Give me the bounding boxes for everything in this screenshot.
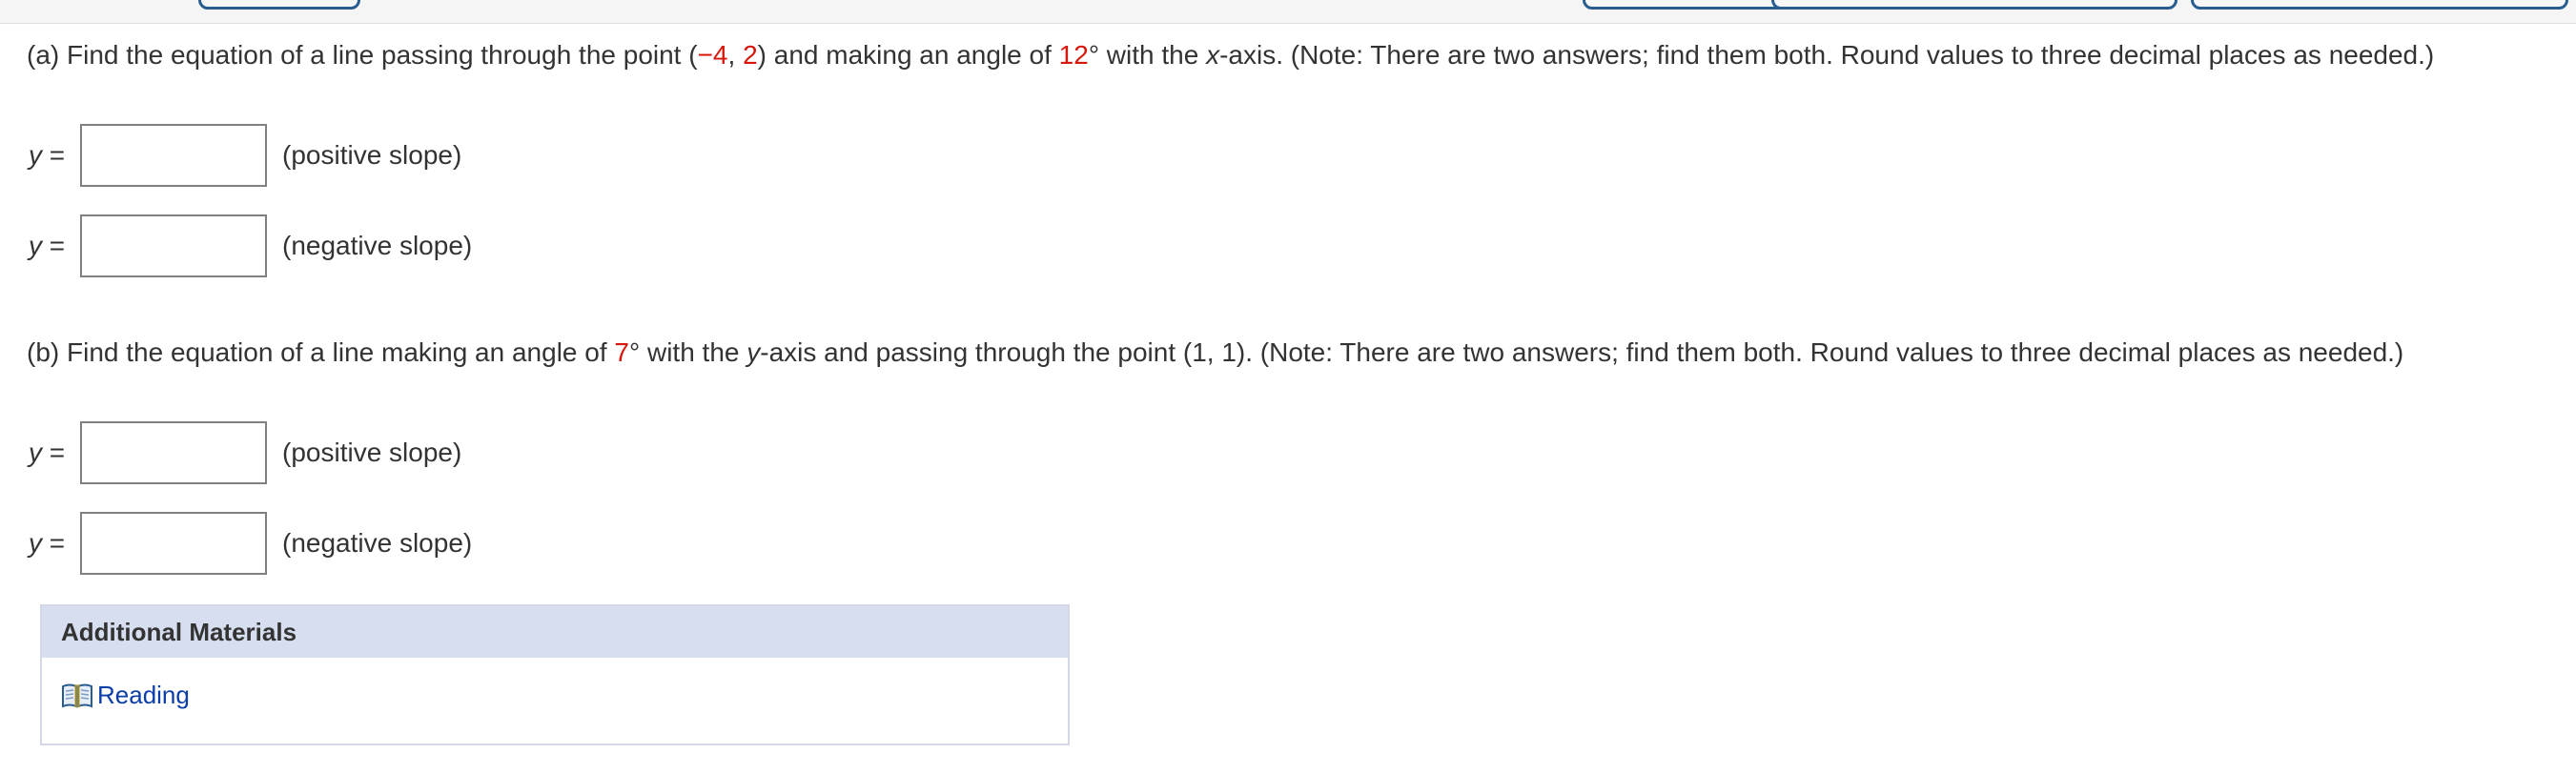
part-b-note: -axis and passing through the point (1, … [760,337,2404,367]
answer-row-a-positive: y = (positive slope) [29,122,461,189]
equals-sign: = [42,438,66,467]
with-the-text: with the [1099,40,1207,70]
point-close: ) [757,40,767,70]
equation-lhs: y = [29,140,80,171]
top-toolbar [0,0,2576,24]
answer-input-a-negative[interactable] [80,214,267,277]
answer-input-b-negative[interactable] [80,512,267,575]
degree-symbol: ° [1088,40,1100,70]
angle-value: 7 [614,337,629,367]
toolbar-button-1[interactable] [198,0,360,10]
answer-row-b-positive: y = (positive slope) [29,419,461,486]
equation-lhs: y = [29,231,80,261]
part-a-mid-text: and making an angle of [766,40,1059,70]
point-y-value: 2 [743,40,758,70]
lhs-variable: y [29,231,42,260]
reading-link-label: Reading [97,681,190,709]
answer-input-a-positive[interactable] [80,124,267,187]
lhs-variable: y [29,438,42,467]
part-a-note: -axis. (Note: There are two answers; fin… [1219,40,2435,70]
answer-row-b-negative: y = (negative slope) [29,510,472,577]
additional-materials-panel: Additional Materials Reading [40,604,1070,745]
slope-note: (negative slope) [282,231,473,260]
answer-input-b-positive[interactable] [80,421,267,484]
toolbar-button-4[interactable] [2191,0,2568,10]
slope-note: (positive slope) [282,438,462,467]
angle-value: 12 [1058,40,1089,70]
lhs-variable: y [29,140,42,170]
question-part-b: (b) Find the equation of a line making a… [27,334,2534,372]
book-icon [62,683,92,708]
lhs-variable: y [29,528,42,558]
additional-materials-header: Additional Materials [42,606,1068,658]
toolbar-button-3[interactable] [1771,0,2177,10]
question-part-a: (a) Find the equation of a line passing … [27,36,2534,74]
slope-note: (positive slope) [282,140,462,170]
part-a-label: (a) Find the equation of a line passing … [27,40,689,70]
equals-sign: = [42,528,66,558]
part-b-label: (b) Find the equation of a line making a… [27,337,615,367]
point-sep: , [727,40,744,70]
equation-lhs: y = [29,528,80,559]
point-x-value: −4 [697,40,728,70]
point-open: ( [688,40,698,70]
equals-sign: = [42,231,66,260]
equation-lhs: y = [29,438,80,468]
with-the-text: with the [640,337,747,367]
axis-variable: x [1206,40,1220,70]
answer-row-a-negative: y = (negative slope) [29,213,472,279]
slope-note: (negative slope) [282,528,473,558]
reading-link[interactable]: Reading [61,681,190,710]
degree-symbol: ° [628,337,641,367]
axis-variable: y [746,337,761,367]
equals-sign: = [42,140,66,170]
